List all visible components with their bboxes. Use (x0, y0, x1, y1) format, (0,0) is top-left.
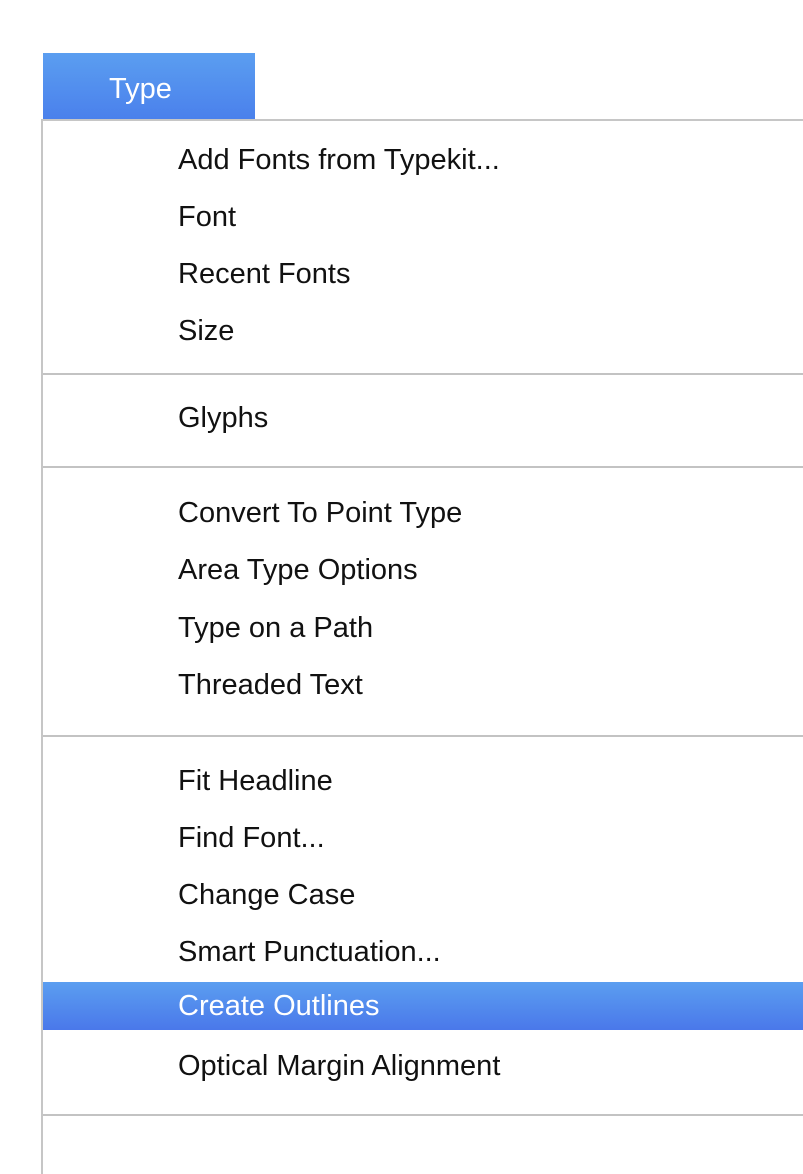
menu-item-create-outlines[interactable]: Create Outlines (43, 982, 803, 1030)
menu-item-glyphs[interactable]: Glyphs (43, 394, 803, 442)
menu-separator (43, 373, 803, 375)
menu-item-fit-headline[interactable]: Fit Headline (43, 757, 803, 805)
menu-item-change-case[interactable]: Change Case (43, 871, 803, 919)
menu-item-smart-punctuation[interactable]: Smart Punctuation... (43, 928, 803, 976)
menu-item-recent-fonts[interactable]: Recent Fonts (43, 250, 803, 298)
menu-item-size[interactable]: Size (43, 307, 803, 355)
menu-item-threaded-text[interactable]: Threaded Text (43, 661, 803, 709)
menu-title-type[interactable]: Type (43, 53, 255, 120)
menu-item-add-fonts-from-typekit[interactable]: Add Fonts from Typekit... (43, 136, 803, 184)
menu-item-optical-margin-alignment[interactable]: Optical Margin Alignment (43, 1042, 803, 1090)
menu-item-find-font[interactable]: Find Font... (43, 814, 803, 862)
menu-separator (43, 735, 803, 737)
menu-separator (43, 1114, 803, 1116)
screen: Type Add Fonts from Typekit... Font Rece… (0, 0, 803, 1174)
type-menu-dropdown: Add Fonts from Typekit... Font Recent Fo… (41, 119, 803, 1174)
menu-item-font[interactable]: Font (43, 193, 803, 241)
menu-item-type-on-a-path[interactable]: Type on a Path (43, 604, 803, 652)
menu-separator (43, 466, 803, 468)
menu-item-convert-to-point-type[interactable]: Convert To Point Type (43, 489, 803, 537)
menu-item-area-type-options[interactable]: Area Type Options (43, 546, 803, 594)
